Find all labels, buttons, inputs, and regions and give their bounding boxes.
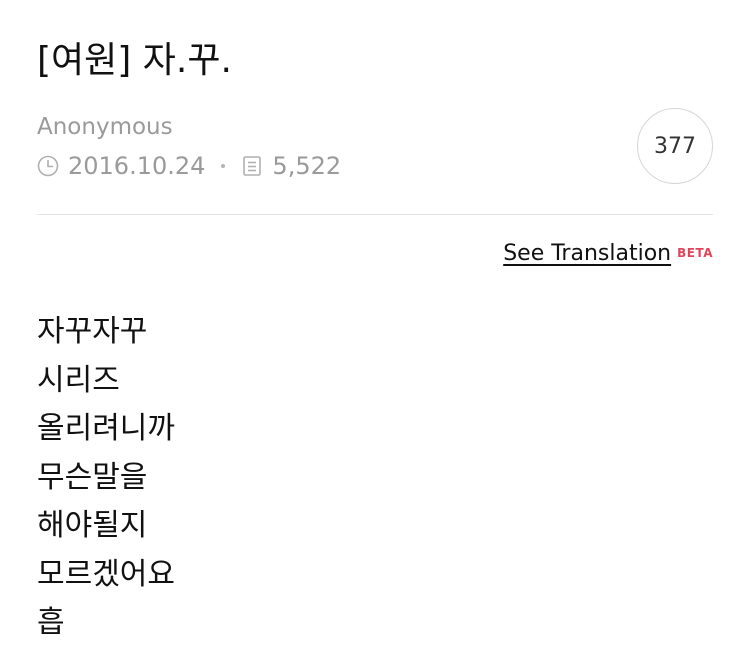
clock-icon (37, 155, 59, 177)
body-line: 시리즈 (37, 362, 120, 398)
see-translation-link[interactable]: See Translation (503, 241, 671, 266)
body-line: 모르겠어요 (37, 556, 175, 592)
post-date: 2016.10.24 (68, 152, 206, 180)
comment-count-button[interactable]: 377 (637, 108, 713, 184)
post-body: 자꾸자꾸 시리즈 올리려니까 무슨말을 해야될지 모르겠어요 흡 (37, 308, 175, 648)
translation-control: See Translation BETA (503, 241, 713, 266)
body-line: 올리려니까 (37, 411, 175, 446)
post-meta: 2016.10.24 5,522 (37, 150, 341, 182)
view-count: 5,522 (272, 152, 342, 180)
beta-badge: BETA (677, 246, 713, 260)
author-name: Anonymous (37, 114, 173, 140)
post-page: [여원] 자.꾸. Anonymous 2016.10.24 5,522 377… (0, 0, 750, 655)
body-line: 무슨말을 (37, 459, 148, 495)
comment-count: 377 (654, 133, 696, 159)
body-line: 해야될지 (37, 508, 148, 543)
header-divider (37, 214, 713, 215)
body-line: 자꾸자꾸 (37, 314, 148, 349)
body-line: 흡 (37, 605, 65, 640)
post-title: [여원] 자.꾸. (37, 40, 232, 81)
meta-separator (221, 164, 226, 168)
document-icon (241, 155, 263, 177)
